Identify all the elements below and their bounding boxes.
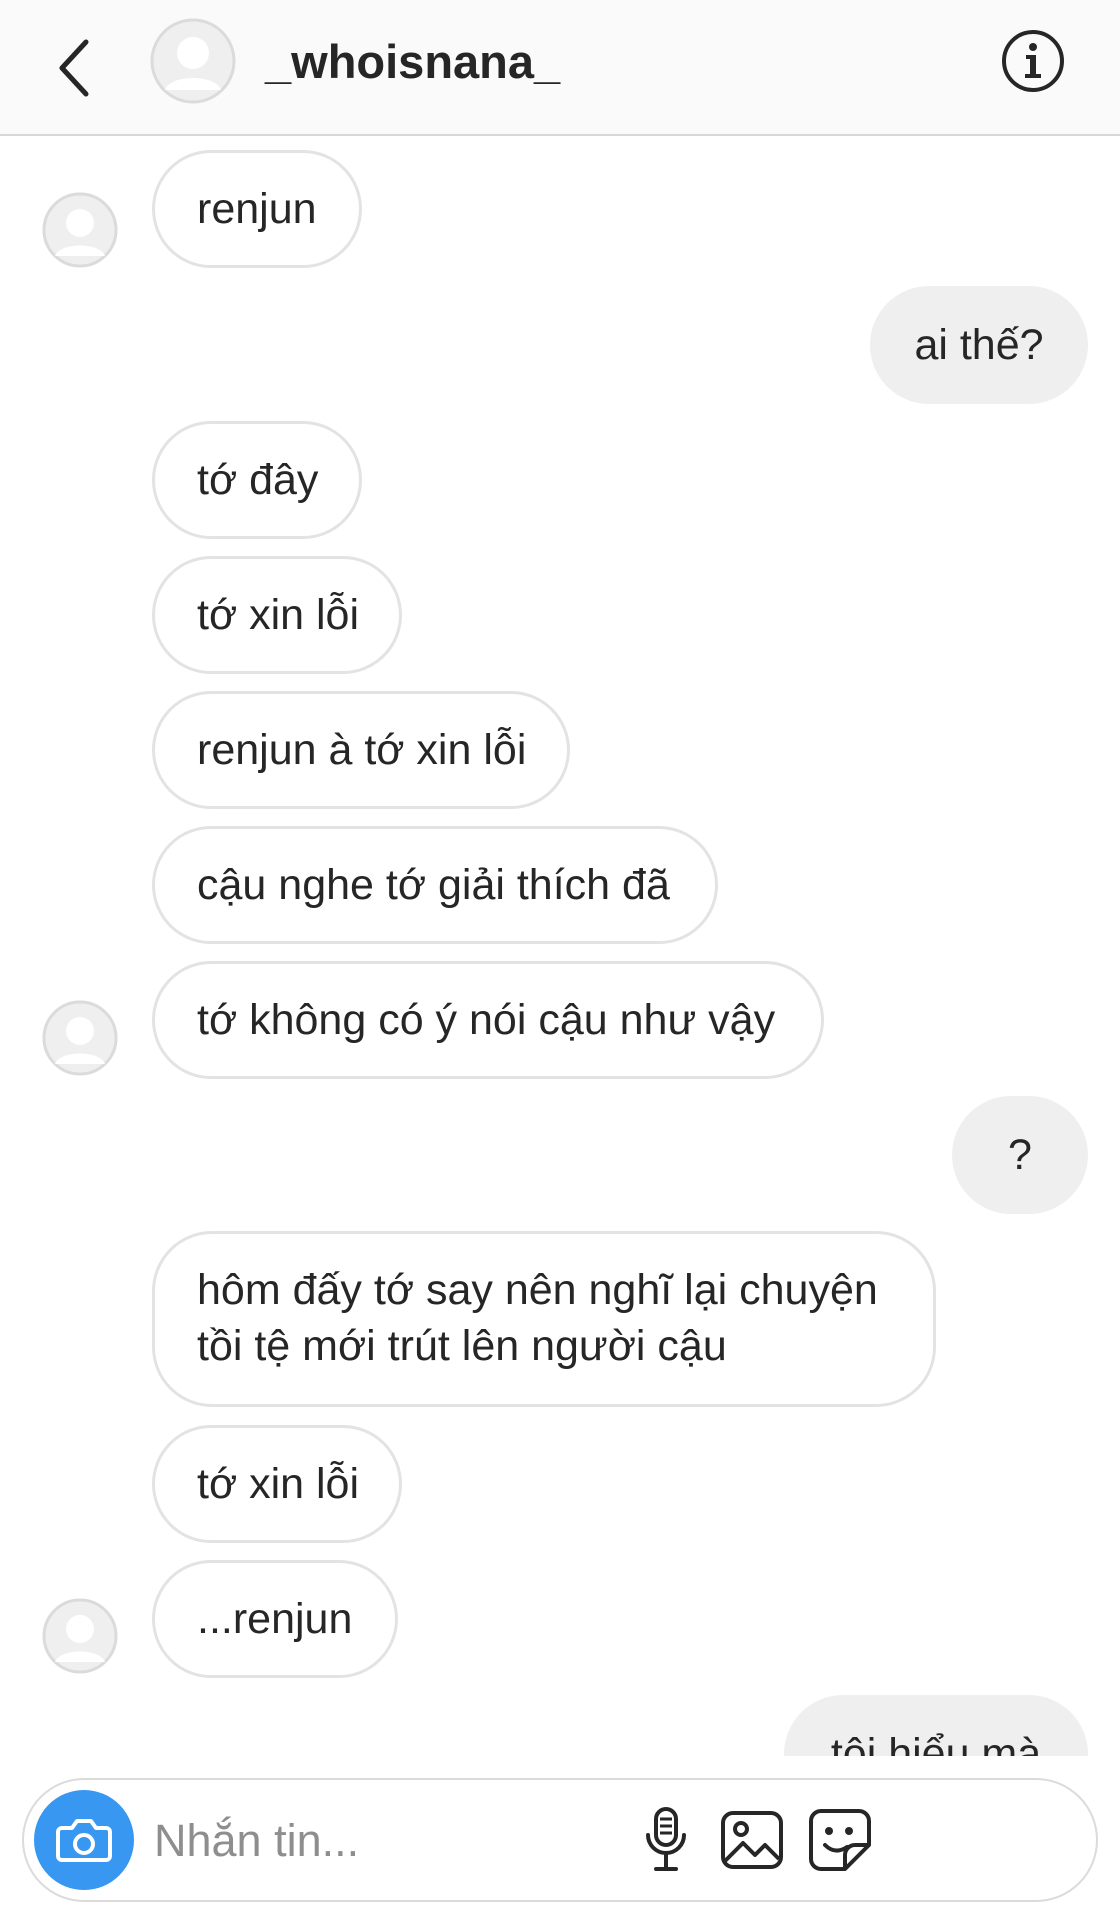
message-composer [22,1778,1098,1902]
camera-icon [56,1819,112,1862]
gallery-button[interactable] [714,1802,790,1878]
sender-avatar [42,192,118,268]
camera-button[interactable] [34,1790,134,1890]
back-button[interactable] [50,30,110,100]
chat-header: _whoisnana_ [0,0,1120,136]
sticker-button[interactable] [802,1802,878,1878]
sender-avatar [42,1000,118,1076]
outgoing-message[interactable]: ? [952,1096,1088,1214]
voice-message-button[interactable] [628,1802,704,1878]
message-thread[interactable]: renjun ai thế? tớ đây tớ xin lỗi renjun … [0,138,1120,1756]
gallery-icon [721,1811,783,1869]
sticker-icon [809,1809,871,1871]
outgoing-message[interactable]: ai thế? [870,286,1088,404]
info-icon [1002,30,1064,92]
incoming-message[interactable]: tớ xin lỗi [152,1425,402,1543]
contact-avatar[interactable] [150,18,236,104]
incoming-message[interactable]: tớ xin lỗi [152,556,402,674]
contact-username[interactable]: _whoisnana_ [265,34,560,89]
incoming-message[interactable]: ...renjun [152,1560,398,1678]
incoming-message[interactable]: cậu nghe tớ giải thích đã [152,826,718,944]
incoming-message[interactable]: hôm đấy tớ say nên nghĩ lại chuyện tồi t… [152,1231,936,1407]
microphone-icon [646,1807,686,1871]
incoming-message[interactable]: tớ đây [152,421,362,539]
outgoing-message[interactable]: tôi hiểu mà [784,1695,1088,1756]
incoming-message[interactable]: tớ không có ý nói cậu như vậy [152,961,824,1079]
info-button[interactable] [1000,28,1066,94]
incoming-message[interactable]: renjun à tớ xin lỗi [152,691,570,809]
incoming-message[interactable]: renjun [152,150,362,268]
sender-avatar [42,1598,118,1674]
chevron-left-icon [59,39,89,97]
